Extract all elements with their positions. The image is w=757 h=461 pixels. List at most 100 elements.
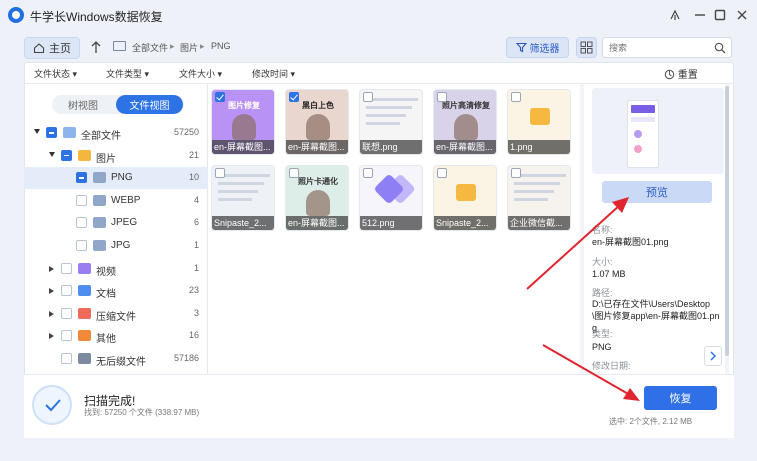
tree-checkbox[interactable] bbox=[61, 330, 72, 342]
tree-checkbox[interactable] bbox=[61, 285, 72, 297]
tree-checkbox[interactable] bbox=[61, 353, 72, 364]
reset-button[interactable]: 重置 bbox=[664, 66, 698, 81]
search-input[interactable] bbox=[603, 38, 703, 57]
next-button[interactable] bbox=[704, 346, 722, 366]
tree-checkbox[interactable] bbox=[76, 172, 87, 184]
chevron-right-icon[interactable] bbox=[49, 288, 54, 295]
maximize-icon[interactable] bbox=[709, 4, 731, 26]
breadcrumb-item[interactable]: 图片 bbox=[180, 41, 198, 54]
filter-file-status[interactable]: 文件状态 ▾ bbox=[34, 67, 77, 80]
tree-count: 6 bbox=[193, 217, 199, 228]
file-thumbnail[interactable]: 照片卡通化 en-屏幕截图... bbox=[285, 165, 349, 231]
filter-label: 筛选器 bbox=[529, 44, 560, 55]
preview-button[interactable]: 预览 bbox=[602, 181, 712, 203]
file-thumbnail[interactable]: 512.png bbox=[359, 165, 423, 231]
thumbnail-checkbox[interactable] bbox=[215, 168, 225, 178]
file-name: 联想.png bbox=[360, 140, 422, 154]
tree-checkbox[interactable] bbox=[61, 307, 72, 319]
tree-label: WEBP bbox=[111, 194, 141, 206]
search-box[interactable] bbox=[602, 37, 732, 58]
tree-row[interactable]: 全部文件 57250 bbox=[24, 122, 207, 144]
tree-count: 57250 bbox=[173, 127, 199, 137]
filter-file-size[interactable]: 文件大小 ▾ bbox=[179, 67, 222, 80]
home-button[interactable]: 主页 bbox=[24, 37, 80, 59]
file-thumbnail[interactable]: 企业微信截... bbox=[507, 165, 571, 231]
filter-file-type[interactable]: 文件类型 ▾ bbox=[106, 67, 149, 80]
recover-button[interactable]: 恢复 bbox=[644, 386, 717, 410]
preview-thumbnail bbox=[627, 100, 659, 168]
tree-count: 1 bbox=[193, 240, 199, 250]
chevron-right-icon[interactable] bbox=[49, 333, 54, 340]
grid-scrollbar[interactable] bbox=[580, 84, 584, 374]
tree-label: JPG bbox=[111, 240, 131, 251]
thumbnail-line bbox=[218, 182, 264, 185]
file-thumbnail[interactable]: 图片修复 en-屏幕截图... bbox=[211, 89, 275, 155]
file-thumbnail[interactable]: Snipaste_2... bbox=[433, 165, 497, 231]
tree-row[interactable]: JPG 1 bbox=[24, 235, 207, 257]
tree-count: 3 bbox=[193, 307, 199, 318]
modified-key: 修改日期: bbox=[592, 361, 631, 371]
size-value: 1.07 MB bbox=[592, 269, 626, 279]
tree-row[interactable]: 压缩文件 3 bbox=[24, 303, 207, 325]
monitor-icon bbox=[63, 127, 76, 138]
thumbnail-line bbox=[218, 190, 258, 193]
thumbnail-checkbox[interactable] bbox=[437, 168, 447, 178]
thumbnail-checkbox[interactable] bbox=[437, 92, 447, 102]
tree-checkbox[interactable] bbox=[76, 240, 87, 251]
tree-checkbox[interactable] bbox=[61, 149, 72, 161]
tree-count: 23 bbox=[188, 285, 199, 296]
thumbnail-line bbox=[366, 114, 406, 117]
tree-row[interactable]: 文档 23 bbox=[24, 280, 207, 302]
search-icon[interactable] bbox=[714, 42, 726, 54]
tree-row[interactable]: 图片 21 bbox=[24, 145, 207, 167]
thumbnail-checkbox[interactable] bbox=[289, 92, 299, 102]
file-thumbnail[interactable]: Snipaste_2... bbox=[211, 165, 275, 231]
thumbnail-checkbox[interactable] bbox=[363, 92, 373, 102]
tree-row[interactable]: 视频 1 bbox=[24, 258, 207, 280]
up-arrow-icon[interactable] bbox=[90, 40, 102, 57]
details-scrollbar-thumb[interactable] bbox=[725, 86, 729, 356]
chevron-right-icon[interactable] bbox=[49, 265, 54, 272]
file-thumbnail[interactable]: 照片高清修复 en-屏幕截图... bbox=[433, 89, 497, 155]
thumbnail-checkbox[interactable] bbox=[215, 92, 225, 102]
filter-modified-time[interactable]: 修改时间 ▾ bbox=[252, 67, 295, 80]
tree-row[interactable]: JPEG 6 bbox=[24, 212, 207, 234]
breadcrumb-separator: ▸ bbox=[170, 41, 175, 51]
file-name: en-屏幕截图... bbox=[212, 140, 274, 154]
tree-row[interactable]: WEBP 4 bbox=[24, 190, 207, 212]
thumbnail-portrait bbox=[232, 114, 256, 140]
thumbnail-checkbox[interactable] bbox=[289, 168, 299, 178]
tree-row[interactable]: 无后缀文件 57186 bbox=[24, 348, 207, 370]
chevron-down-icon[interactable] bbox=[34, 129, 40, 134]
file-view-tab[interactable]: 文件视图 bbox=[116, 95, 183, 114]
tree-row[interactable]: PNG 10 bbox=[24, 167, 207, 190]
thumbnail-text: 黑白上色 bbox=[302, 101, 334, 110]
breadcrumb-item[interactable]: 全部文件 bbox=[132, 41, 168, 54]
pin-icon[interactable] bbox=[664, 4, 686, 26]
grid-view-button[interactable] bbox=[576, 37, 597, 58]
thumbnail-checkbox[interactable] bbox=[363, 168, 373, 178]
chevron-right-icon[interactable] bbox=[49, 310, 54, 317]
minimize-icon[interactable] bbox=[689, 4, 711, 26]
tree-checkbox[interactable] bbox=[76, 217, 87, 229]
thumbnail-line bbox=[514, 190, 554, 193]
tree-row[interactable]: 其他 16 bbox=[24, 325, 207, 347]
tree-checkbox[interactable] bbox=[76, 194, 87, 206]
tree-label: 图片 bbox=[96, 153, 116, 165]
file-thumbnail[interactable]: 联想.png bbox=[359, 89, 423, 155]
folder-icon bbox=[93, 194, 106, 206]
file-thumbnail[interactable]: 1.png bbox=[507, 89, 571, 155]
tree-checkbox[interactable] bbox=[61, 262, 72, 274]
breadcrumb-item[interactable]: PNG bbox=[211, 41, 231, 51]
filter-button[interactable]: 筛选器 bbox=[506, 37, 569, 58]
tree-label: 压缩文件 bbox=[96, 311, 136, 323]
chevron-down-icon[interactable] bbox=[49, 151, 55, 157]
file-thumbnail[interactable]: 黑白上色 en-屏幕截图... bbox=[285, 89, 349, 155]
thumbnail-line bbox=[514, 174, 566, 177]
tree-view-tab[interactable]: 树视图 bbox=[52, 95, 114, 114]
home-label: 主页 bbox=[49, 43, 71, 55]
thumbnail-checkbox[interactable] bbox=[511, 92, 521, 102]
close-icon[interactable] bbox=[731, 4, 753, 26]
tree-checkbox[interactable] bbox=[46, 127, 57, 138]
thumbnail-checkbox[interactable] bbox=[511, 168, 521, 178]
